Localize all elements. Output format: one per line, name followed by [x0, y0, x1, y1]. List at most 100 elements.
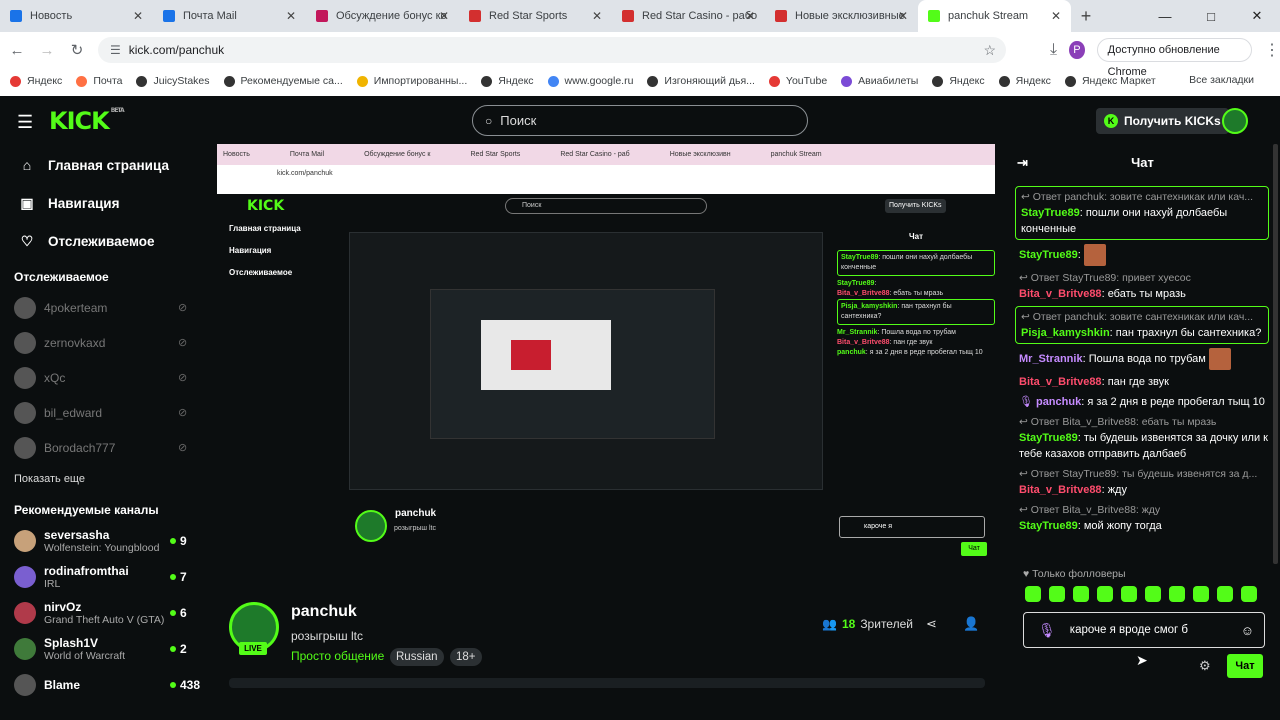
- bookmark-item[interactable]: Яндекс: [481, 75, 534, 87]
- recommended-channel[interactable]: Splash1V World of Warcraft 2: [0, 631, 210, 667]
- channel-name[interactable]: panchuk: [291, 603, 357, 621]
- sidebar-item-home[interactable]: ⌂ Главная страница: [0, 146, 210, 184]
- close-icon[interactable]: ✕: [1234, 8, 1280, 24]
- tab-close-icon[interactable]: ✕: [592, 9, 602, 23]
- back-icon[interactable]: ←: [4, 42, 30, 59]
- tab-close-icon[interactable]: ✕: [1051, 9, 1061, 23]
- tag-language[interactable]: Russian: [390, 648, 444, 666]
- following-item[interactable]: bil_edward ⊘: [0, 395, 210, 430]
- follow-user-icon[interactable]: 👤: [963, 616, 979, 632]
- search-input[interactable]: ○ Поиск: [472, 105, 808, 136]
- chat-username[interactable]: StayTrue89: [1019, 520, 1078, 532]
- page-scrollbar[interactable]: [1273, 144, 1278, 564]
- recommended-channel[interactable]: rodinafromthai IRL 7: [0, 559, 210, 595]
- emote-icon[interactable]: [1121, 586, 1137, 602]
- bookmark-item[interactable]: Изгоняющий дья...: [647, 75, 755, 87]
- live-dot-icon: [170, 682, 176, 688]
- sidebar-item-heart[interactable]: ♡ Отслеживаемое: [0, 222, 210, 260]
- bookmark-item[interactable]: Авиабилеты: [841, 75, 918, 87]
- tab-close-icon[interactable]: ✕: [439, 9, 449, 23]
- chat-username[interactable]: Mr_Strannik: [1019, 353, 1083, 365]
- bookmark-item[interactable]: YouTube: [768, 75, 827, 87]
- browser-tab[interactable]: Red Star Sports ✕: [459, 0, 612, 32]
- recommended-channel[interactable]: nirvOz Grand Theft Auto V (GTA) 6: [0, 595, 210, 631]
- download-icon[interactable]: ⤓: [1050, 41, 1057, 59]
- menu-dots-icon[interactable]: ⋮: [1264, 40, 1280, 60]
- following-item[interactable]: zernovkaxd ⊘: [0, 325, 210, 360]
- chat-username[interactable]: StayTrue89: [1019, 432, 1078, 444]
- show-more-link[interactable]: Показать еще: [0, 465, 210, 493]
- inner-chat-user: StayTrue89: [837, 280, 875, 287]
- emote-icon[interactable]: [1097, 586, 1113, 602]
- new-tab-icon[interactable]: +: [1071, 6, 1101, 27]
- emote-icon[interactable]: [1145, 586, 1161, 602]
- sidebar-item-compass[interactable]: ▣ Навигация: [0, 184, 210, 222]
- tab-close-icon[interactable]: ✕: [133, 9, 143, 23]
- bookmark-item[interactable]: JuicyStakes: [136, 75, 210, 87]
- chat-username[interactable]: StayTrue89: [1021, 207, 1080, 219]
- bookmark-item[interactable]: www.google.ru: [547, 75, 633, 87]
- bookmark-item[interactable]: Яндекс: [10, 75, 62, 87]
- get-kicks-button[interactable]: K Получить KICKs: [1096, 108, 1229, 134]
- chat-input[interactable]: 🎙 кароче я вроде смог б ☺: [1023, 612, 1265, 648]
- chat-settings-icon[interactable]: ⚙: [1199, 658, 1211, 674]
- emote-icon[interactable]: [1073, 586, 1089, 602]
- recommended-channel[interactable]: seversasha Wolfenstein: Youngblood 9: [0, 523, 210, 559]
- bookmark-item[interactable]: Яндекс Маркет: [1064, 75, 1156, 87]
- tab-close-icon[interactable]: ✕: [286, 9, 296, 23]
- inner-stream-title: розыгрыш ltc: [394, 525, 436, 532]
- minimize-icon[interactable]: —: [1142, 9, 1188, 24]
- following-item[interactable]: 4pokerteam ⊘: [0, 290, 210, 325]
- emote-icon[interactable]: [1241, 586, 1257, 602]
- browser-tab[interactable]: Red Star Casino - рабо ✕: [612, 0, 765, 32]
- following-item[interactable]: Borodach777 ⊘: [0, 430, 210, 465]
- emoji-icon[interactable]: ☺: [1241, 623, 1254, 638]
- bookmark-item[interactable]: Рекомендуемые са...: [223, 75, 343, 87]
- browser-tab[interactable]: Почта Mail ✕: [153, 0, 306, 32]
- recommended-channel[interactable]: Blame 438: [0, 667, 210, 703]
- browser-tab[interactable]: panchuk Stream ✕: [918, 0, 1071, 32]
- tab-close-icon[interactable]: ✕: [745, 9, 755, 23]
- bookmark-item[interactable]: Почта: [76, 75, 122, 87]
- chat-username[interactable]: Pisja_kamyshkin: [1021, 327, 1110, 339]
- site-header: ☰ KICK BETA ○ Поиск K Получить KICKs: [0, 96, 1280, 144]
- following-item[interactable]: xQc ⊘: [0, 360, 210, 395]
- browser-tab[interactable]: Новые эксклюзивные ✕: [765, 0, 918, 32]
- update-chrome-button[interactable]: Доступно обновление Chrome: [1096, 38, 1252, 78]
- emote-icon[interactable]: [1049, 586, 1065, 602]
- emote-icon[interactable]: [1193, 586, 1209, 602]
- chat-username[interactable]: Bita_v_Britve88: [1019, 376, 1102, 388]
- emote-icon[interactable]: [1169, 586, 1185, 602]
- maximize-icon[interactable]: □: [1188, 9, 1234, 24]
- chat-username[interactable]: panchuk: [1036, 396, 1081, 408]
- user-avatar[interactable]: [1222, 108, 1248, 134]
- chat-username[interactable]: StayTrue89: [1019, 249, 1078, 261]
- all-bookmarks[interactable]: Все закладки: [1189, 74, 1254, 86]
- chat-username[interactable]: Bita_v_Britve88: [1019, 484, 1102, 496]
- emote-icon[interactable]: [1025, 586, 1041, 602]
- address-bar[interactable]: ☰ kick.com/panchuk ☆: [98, 37, 1006, 63]
- kick-logo[interactable]: KICK BETA: [49, 107, 125, 135]
- browser-tab[interactable]: Новость ✕: [0, 0, 153, 32]
- category-link[interactable]: Просто общение: [291, 649, 384, 663]
- emote-icon[interactable]: [1217, 586, 1233, 602]
- following-name: xQc: [44, 370, 66, 385]
- bookmark-icon: [76, 75, 88, 87]
- bookmark-item[interactable]: Яндекс: [998, 75, 1051, 87]
- reload-icon[interactable]: ↻: [64, 41, 90, 59]
- chat-username[interactable]: Bita_v_Britve88: [1019, 288, 1102, 300]
- bookmark-item[interactable]: Яндекс: [932, 75, 985, 87]
- site-info-icon[interactable]: ☰: [110, 43, 121, 57]
- bookmark-star-icon[interactable]: ☆: [983, 42, 996, 59]
- bookmark-item[interactable]: Импортированны...: [356, 75, 467, 87]
- tab-close-icon[interactable]: ✕: [898, 9, 908, 23]
- collapse-chat-icon[interactable]: ⇥: [1017, 144, 1028, 182]
- chat-send-button[interactable]: Чат: [1227, 654, 1263, 678]
- profile-avatar[interactable]: P: [1069, 41, 1085, 59]
- tag-age[interactable]: 18+: [450, 648, 482, 666]
- menu-icon[interactable]: ☰: [17, 112, 33, 133]
- browser-tab[interactable]: Обсуждение бонус ко ✕: [306, 0, 459, 32]
- video-player[interactable]: Новость Почта Mail Обсуждение бонус к Red S…: [217, 144, 995, 582]
- share-icon[interactable]: ⋖: [926, 616, 937, 632]
- forward-icon[interactable]: →: [34, 42, 60, 59]
